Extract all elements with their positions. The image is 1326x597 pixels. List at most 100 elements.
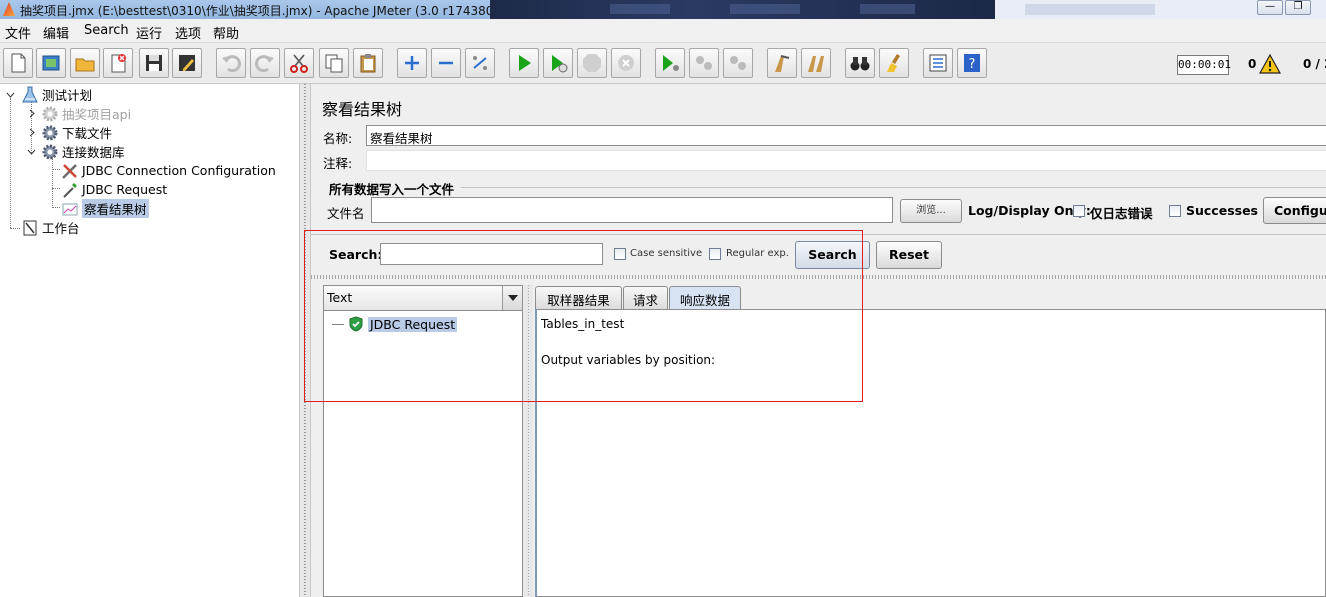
response-data-content[interactable]: Tables_in_test Output variables by posit…: [535, 309, 1326, 597]
toggle-button[interactable]: [465, 48, 495, 78]
errors-only-label: 仅日志错误: [1090, 206, 1153, 221]
remote-stop-all-button[interactable]: [689, 48, 719, 78]
errors-only-checkbox[interactable]: [1073, 205, 1085, 217]
tree-toggle-lottery-api[interactable]: [27, 109, 36, 118]
case-sensitive-checkbox[interactable]: [614, 248, 626, 260]
search-input[interactable]: [380, 243, 603, 265]
tree-toggle-download[interactable]: [27, 128, 36, 137]
expand-button[interactable]: [397, 48, 427, 78]
tab-response-data[interactable]: 响应数据: [669, 286, 741, 309]
clear-all-button[interactable]: [801, 48, 831, 78]
list-item[interactable]: JDBC Request: [332, 315, 458, 333]
copy-icon: [325, 54, 343, 73]
function-helper-button[interactable]: [923, 48, 953, 78]
paste-icon: [360, 54, 376, 73]
tab-sampler-result[interactable]: 取样器结果: [535, 286, 622, 309]
filename-input[interactable]: [371, 197, 893, 223]
menu-run[interactable]: 运行: [136, 23, 162, 42]
warning-icon[interactable]: [1259, 54, 1281, 74]
tree-item-label: 察看结果树: [82, 199, 149, 218]
help-button[interactable]: ?: [957, 48, 987, 78]
close-button[interactable]: [103, 48, 133, 78]
maximize-button[interactable]: ❐: [1285, 0, 1311, 15]
save-as-button[interactable]: [172, 48, 202, 78]
tree-item-jdbc-request[interactable]: JDBC Request: [61, 180, 167, 199]
tree-item-label: 测试计划: [42, 88, 93, 103]
remote-shutdown-icon: [730, 56, 746, 70]
menu-help[interactable]: 帮助: [213, 23, 239, 42]
tree-item-result-tree[interactable]: 察看结果树: [61, 199, 149, 218]
browse-button[interactable]: 浏览...: [900, 199, 962, 223]
window-title: 抽奖项目.jmx (E:\besttest\0310\作业\抽奖项目.jmx) …: [20, 4, 506, 18]
comment-label: 注释:: [323, 156, 353, 171]
stop-button[interactable]: [577, 48, 607, 78]
configure-button[interactable]: Configure: [1263, 197, 1326, 224]
menu-search[interactable]: Search: [84, 23, 129, 38]
window-title-bar[interactable]: 抽奖项目.jmx (E:\besttest\0310\作业\抽奖项目.jmx) …: [0, 0, 1326, 19]
menu-options[interactable]: 选项: [175, 23, 201, 42]
reset-button[interactable]: Reset: [876, 241, 942, 269]
collapse-button[interactable]: [431, 48, 461, 78]
copy-button[interactable]: [319, 48, 349, 78]
tree-toggle-db[interactable]: [27, 147, 36, 156]
paste-button[interactable]: [353, 48, 383, 78]
tree-item-test-plan[interactable]: 测试计划: [21, 85, 92, 104]
save-icon: [146, 55, 162, 71]
chevron-down-icon[interactable]: [502, 286, 522, 310]
menu-edit[interactable]: 编辑: [43, 23, 69, 42]
vertical-splitter[interactable]: [524, 285, 533, 597]
tree-item-lottery-api[interactable]: 抽奖项目api: [41, 104, 131, 123]
cut-button[interactable]: [284, 48, 314, 78]
tree-item-label: JDBC Connection Configuration: [82, 163, 276, 178]
start-icon: [519, 55, 531, 71]
start-button[interactable]: [509, 48, 539, 78]
redo-button[interactable]: [250, 48, 280, 78]
clear-all-icon: [808, 56, 824, 72]
start-no-pauses-button[interactable]: [543, 48, 573, 78]
undo-button[interactable]: [216, 48, 246, 78]
redo-icon: [255, 55, 274, 73]
regex-label: Regular exp.: [726, 248, 789, 259]
open-button[interactable]: [70, 48, 100, 78]
main-splitter[interactable]: [299, 84, 311, 597]
shutdown-button[interactable]: [611, 48, 641, 78]
renderer-select[interactable]: Text: [324, 286, 522, 311]
tree-item-label: 工作台: [42, 221, 80, 236]
regex-checkbox[interactable]: [709, 248, 721, 260]
window-panel: — ❐: [995, 0, 1326, 19]
clear-button[interactable]: [767, 48, 797, 78]
successes-checkbox[interactable]: [1169, 205, 1181, 217]
comment-field[interactable]: [366, 150, 1326, 171]
reset-search-button[interactable]: [879, 48, 909, 78]
workbench-icon: [23, 220, 37, 235]
start-no-pause-icon: [552, 55, 568, 73]
search-button-toolbar[interactable]: [845, 48, 875, 78]
pipette-icon: [63, 182, 77, 198]
minimize-button[interactable]: —: [1257, 0, 1283, 15]
remote-start-all-button[interactable]: [655, 48, 685, 78]
new-button[interactable]: [3, 48, 33, 78]
templates-icon: [42, 55, 60, 71]
name-field[interactable]: 察看结果树: [366, 125, 1326, 146]
filename-label: 文件名: [327, 206, 365, 221]
sample-result-list: Text JDBC Request: [323, 285, 523, 597]
result-item-label: JDBC Request: [368, 316, 458, 332]
response-line: Tables_in_test: [541, 317, 625, 331]
save-button[interactable]: [139, 48, 169, 78]
tree-item-db-connect[interactable]: 连接数据库: [41, 142, 125, 161]
menu-file[interactable]: 文件: [5, 23, 31, 42]
tree-item-jdbc-config[interactable]: JDBC Connection Configuration: [61, 161, 276, 180]
templates-button[interactable]: [36, 48, 66, 78]
new-icon: [11, 53, 26, 73]
elapsed-timer: 00:00:01: [1177, 55, 1231, 75]
remote-shutdown-all-button[interactable]: [723, 48, 753, 78]
cut-icon: [290, 54, 308, 73]
search-button[interactable]: Search: [795, 241, 870, 269]
tab-request[interactable]: 请求: [623, 286, 668, 309]
horizontal-splitter[interactable]: [311, 275, 1326, 279]
error-count: 0: [1248, 57, 1257, 71]
tree-toggle-test-plan[interactable]: [6, 90, 15, 99]
tree-item-workbench[interactable]: 工作台: [21, 218, 80, 237]
tree-item-download[interactable]: 下载文件: [41, 123, 112, 142]
tree-item-label: JDBC Request: [82, 182, 168, 197]
